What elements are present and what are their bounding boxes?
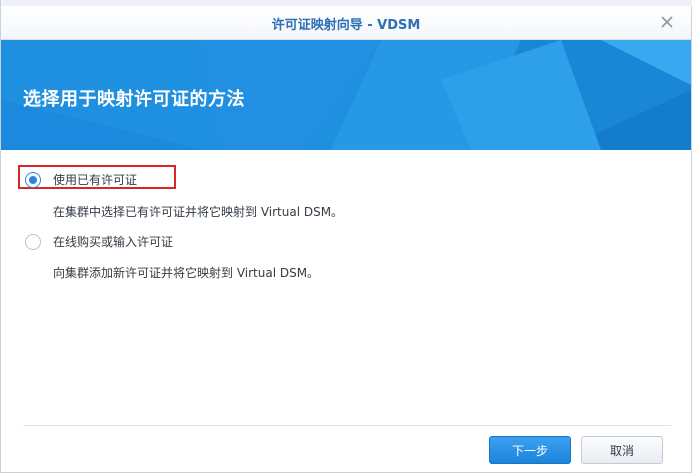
wizard-step-heading: 选择用于映射许可证的方法: [23, 89, 245, 110]
option-buy-or-enter-license[interactable]: 在线购买或输入许可证: [25, 233, 173, 250]
title-bar: 许可证映射向导 - VDSM: [1, 6, 691, 40]
next-button[interactable]: 下一步: [489, 436, 571, 464]
wizard-banner: 选择用于映射许可证的方法: [1, 40, 691, 150]
close-icon[interactable]: [657, 12, 677, 32]
option-label: 使用已有许可证: [53, 173, 138, 187]
option-use-existing-license[interactable]: 使用已有许可证: [25, 171, 137, 188]
footer-divider: [23, 425, 671, 426]
radio-buy-or-enter-license[interactable]: [25, 233, 41, 250]
window-title: 许可证映射向导 - VDSM: [271, 18, 421, 33]
cancel-button[interactable]: 取消: [581, 436, 663, 464]
option-description: 向集群添加新许可证并将它映射到 Virtual DSM。: [53, 266, 320, 280]
option-description: 在集群中选择已有许可证并将它映射到 Virtual DSM。: [53, 205, 344, 219]
license-mapping-wizard-window: 许可证映射向导 - VDSM 选择用于映射许可证的方法 使用已有许可证 在集群中…: [0, 0, 692, 473]
option-label: 在线购买或输入许可证: [53, 235, 174, 249]
radio-use-existing-license[interactable]: [25, 171, 41, 188]
